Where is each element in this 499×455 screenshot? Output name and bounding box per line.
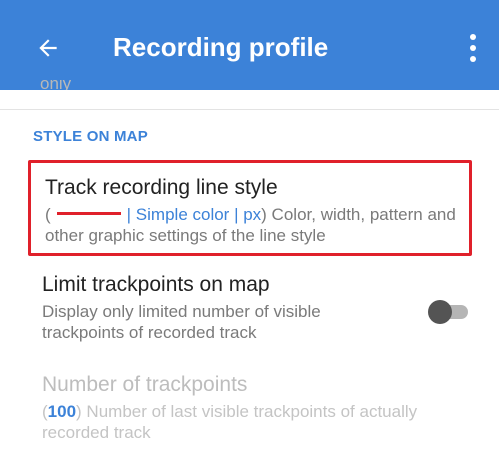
pref-summary: (| Simple color | px) Color, width, patt… <box>45 204 469 246</box>
pref-title: Track recording line style <box>45 176 278 199</box>
pref-title: Limit trackpoints on map <box>42 273 270 296</box>
arrow-left-icon <box>39 39 57 57</box>
section-divider <box>0 109 499 110</box>
limit-trackpoints-switch[interactable] <box>428 300 470 324</box>
more-vertical-icon-dot <box>470 56 476 62</box>
pref-track-line-style[interactable]: Track recording line style ( | Simple col… <box>28 160 472 256</box>
pref-number-of-trackpoints: Number of trackpoints (100) Number of la… <box>42 372 482 443</box>
pref-summary: Display only limited number of visible t… <box>42 302 321 342</box>
overflow-menu-button[interactable] <box>459 26 487 70</box>
scrolled-item-text: only <box>40 80 72 90</box>
app-bar: Recording profile <box>0 0 499 90</box>
summary-text: ) Number of last visible trackpoints of … <box>42 402 418 442</box>
back-button[interactable] <box>28 28 68 68</box>
pref-title: Number of trackpoints <box>42 373 248 396</box>
scrolled-item-summary: only <box>40 80 71 90</box>
section-header-style-on-map: STYLE ON MAP <box>33 128 148 145</box>
more-vertical-icon <box>470 34 476 40</box>
page-title: Recording profile <box>113 32 329 62</box>
pref-limit-trackpoints[interactable]: Limit trackpoints on map Display only li… <box>42 272 462 343</box>
recording-profile-screen: Recording profile only STYLE ON MAP Trac… <box>0 0 499 455</box>
line-style-info: | Simple color | px <box>126 205 262 224</box>
line-color-swatch <box>56 212 121 216</box>
more-vertical-icon-dot <box>470 45 476 51</box>
trackpoints-value: 100 <box>47 402 77 421</box>
switch-thumb <box>428 300 452 324</box>
paren-open: ( <box>45 205 51 224</box>
pref-summary: (100) Number of last visible trackpoints… <box>42 401 482 443</box>
